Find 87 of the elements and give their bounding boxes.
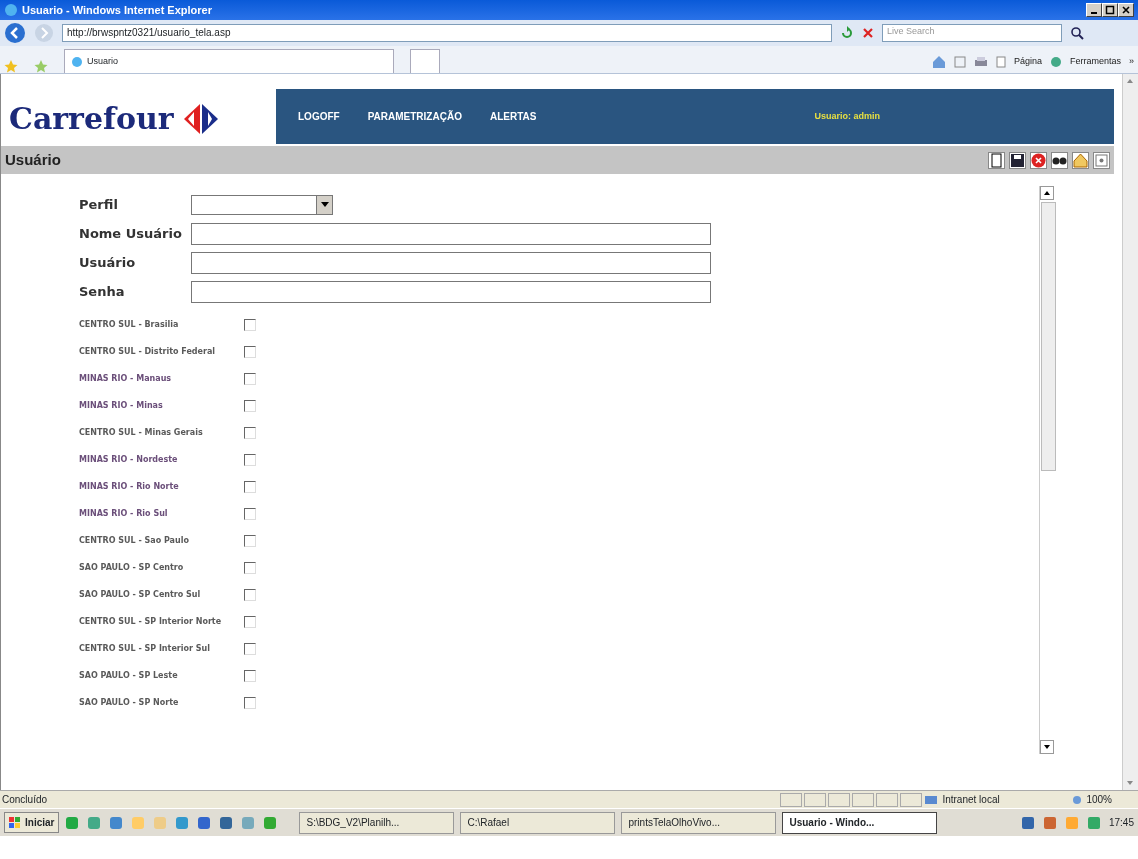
checkbox-label: MINAS RIO - Rio Norte [79,482,180,492]
delete-icon[interactable] [1030,151,1047,169]
checkbox-label: CENTRO SUL - Sao Paulo [79,536,190,546]
input-field[interactable] [191,222,711,245]
printer-icon[interactable] [973,56,988,68]
checkbox-label: SAO PAULO - SP Centro Sul [79,590,202,600]
window-title: Usuario - Windows Internet Explorer [22,2,212,18]
input-field[interactable] [191,251,711,274]
menu-button[interactable]: Página [1013,55,1042,69]
new-tab-button[interactable] [410,49,440,73]
zoom-button[interactable]: 100% [1086,792,1112,807]
checkbox[interactable] [244,535,256,547]
stop-icon[interactable] [862,27,874,39]
checkbox-label: CENTRO SUL - SP Interior Sul [79,644,211,654]
start-button[interactable]: Iniciar [4,812,60,833]
input-field[interactable] [191,280,711,303]
tray-icon[interactable] [1020,815,1035,830]
scroll-down-icon[interactable] [1040,740,1054,754]
app-icon[interactable] [109,815,124,830]
browser-tab[interactable]: Usuario [64,49,394,73]
windows-logo-icon [9,816,21,829]
browser-icon [4,3,18,17]
field-label: Usuário [79,253,137,272]
checkbox[interactable] [244,400,256,412]
field-label: Perfil [79,195,119,214]
scroll-thumb[interactable] [1041,202,1056,471]
network-icon [924,793,939,806]
overflow-button[interactable]: » [1129,55,1134,69]
page-title: Usuário [5,149,61,170]
nav-link[interactable]: ALERTAS [489,109,537,124]
field-label: Senha [79,282,126,301]
status-text: Concluído [2,793,48,807]
app-icon[interactable] [263,815,278,830]
caret-icon [320,201,329,208]
checkbox[interactable] [244,481,256,493]
checkbox-label: MINAS RIO - Minas [79,401,164,411]
checkbox-label: MINAS RIO - Nordeste [79,455,179,465]
clock: 17:45 [1108,816,1134,830]
checkbox[interactable] [244,616,256,628]
checkbox[interactable] [244,373,256,385]
checkbox-label: SAO PAULO - SP Norte [79,698,180,708]
address-field[interactable]: http://brwspntz0321/usuario_tela.asp [62,24,832,42]
nav-link[interactable]: PARAMETRIZAÇÃO [367,109,462,124]
refresh-icon[interactable] [840,26,854,40]
app-icon[interactable] [65,815,80,830]
checkbox[interactable] [244,589,256,601]
checkbox[interactable] [244,454,256,466]
scroll-up-icon[interactable] [1040,186,1054,200]
checkbox[interactable] [244,346,256,358]
app-icon[interactable] [175,815,190,830]
checkbox[interactable] [244,697,256,709]
menu-button[interactable]: Ferramentas [1069,55,1121,69]
field-label: Nome Usuário [79,224,183,243]
home-icon[interactable] [931,55,946,69]
checkbox[interactable] [244,319,256,331]
checkbox[interactable] [244,562,256,574]
checkbox-label: CENTRO SUL - Minas Gerais [79,428,204,438]
page-icon [71,55,83,68]
taskbar-button[interactable]: C:\Rafael [460,811,616,834]
app-icon[interactable] [197,815,212,830]
checkbox-label: SAO PAULO - SP Centro [79,563,185,573]
zoom-icon [1072,794,1083,805]
checkbox-label: CENTRO SUL - Brasilia [79,320,180,330]
zone-label: Intranet local [942,793,1001,807]
checkbox-label: CENTRO SUL - SP Interior Norte [79,617,223,627]
dropdown[interactable] [191,194,333,215]
taskbar-button[interactable]: S:\BDG_V2\Planilh... [299,811,455,834]
checkbox-label: CENTRO SUL - Distrito Federal [79,347,217,357]
app-icon[interactable] [219,815,234,830]
page-icon [995,56,1006,68]
checkbox[interactable] [244,643,256,655]
star-icon[interactable] [4,59,18,73]
nav-link[interactable]: LOGOFF [298,109,340,124]
checkbox[interactable] [244,670,256,682]
logo-text: Carrefour [9,104,174,134]
checkbox[interactable] [244,508,256,520]
user-label: Usuario: admin [814,109,880,123]
checkbox-label: MINAS RIO - Manaus [79,374,173,384]
back-icon[interactable] [4,22,26,44]
new-page-icon[interactable] [988,151,1005,169]
checkbox[interactable] [244,427,256,439]
checkbox-label: SAO PAULO - SP Leste [79,671,179,681]
tray-icon[interactable] [1042,815,1057,830]
taskbar-button[interactable]: printsTelaOlhoVivo... [621,811,777,834]
taskbar-button[interactable]: Usuario - Windo... [782,811,938,834]
checkbox-label: MINAS RIO - Rio Sul [79,509,169,519]
save-icon[interactable] [1009,151,1026,169]
